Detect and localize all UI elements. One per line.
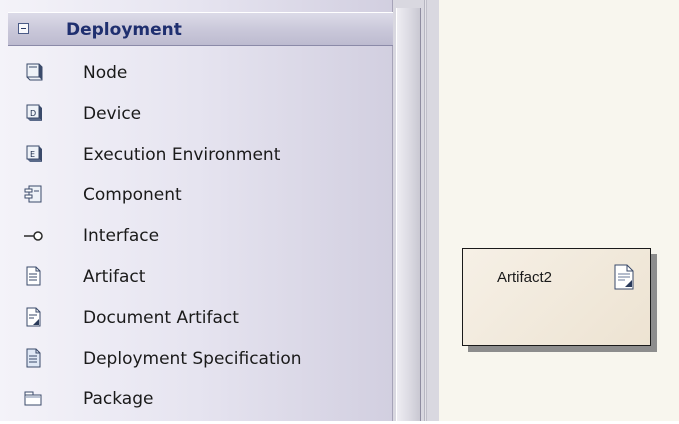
toolbox-item-label: Deployment Specification: [83, 348, 302, 369]
toolbox-panel: Deployment Node D Device E Execution Env…: [0, 0, 393, 421]
collapse-icon[interactable]: [18, 23, 29, 34]
toolbox-item-label: Document Artifact: [83, 307, 239, 328]
toolbox-item-execution-environment[interactable]: E Execution Environment: [8, 139, 393, 180]
toolbox-item-label: Artifact: [83, 266, 146, 287]
toolbox-item-label: Device: [83, 103, 142, 124]
diagram-canvas[interactable]: Artifact2: [439, 0, 679, 421]
package-icon: [22, 387, 44, 409]
section-title: Deployment: [66, 20, 182, 40]
toolbox-item-label: Interface: [83, 226, 160, 247]
artifact-element[interactable]: Artifact2: [462, 248, 651, 346]
svg-text:E: E: [30, 150, 35, 159]
artifact-icon: [22, 265, 44, 287]
component-icon: [22, 183, 44, 205]
toolbox-item-label: Execution Environment: [83, 144, 281, 165]
artifact-name: Artifact2: [497, 269, 553, 286]
toolbox-item-component[interactable]: Component: [8, 179, 393, 220]
toolbox-item-label: Component: [83, 185, 182, 206]
toolbox-item-document-artifact[interactable]: Document Artifact: [8, 302, 393, 343]
node-icon: [22, 61, 44, 83]
interface-icon: [22, 224, 44, 246]
section-header-deployment[interactable]: Deployment: [8, 12, 393, 46]
toolbox-splitter[interactable]: [393, 0, 439, 421]
svg-text:D: D: [30, 109, 36, 118]
toolbox-item-label: Package: [83, 389, 154, 410]
document-artifact-icon: [22, 306, 44, 328]
toolbox-item-node[interactable]: Node: [8, 57, 393, 98]
toolbox-scrollbar[interactable]: [396, 8, 421, 421]
execution-environment-icon: E: [22, 143, 44, 165]
splitter-divider[interactable]: [424, 0, 427, 421]
toolbox-item-package[interactable]: Package: [8, 383, 393, 424]
toolbox-item-device[interactable]: D Device: [8, 98, 393, 139]
toolbox-item-list: Node D Device E Execution Environment Co…: [8, 57, 393, 424]
toolbox-item-deployment-specification[interactable]: Deployment Specification: [8, 343, 393, 384]
toolbox-item-label: Node: [83, 63, 128, 83]
artifact-document-icon: [613, 264, 635, 290]
toolbox-item-interface[interactable]: Interface: [8, 220, 393, 261]
deployment-specification-icon: [22, 347, 44, 369]
device-icon: D: [22, 102, 44, 124]
toolbox-item-artifact[interactable]: Artifact: [8, 261, 393, 302]
